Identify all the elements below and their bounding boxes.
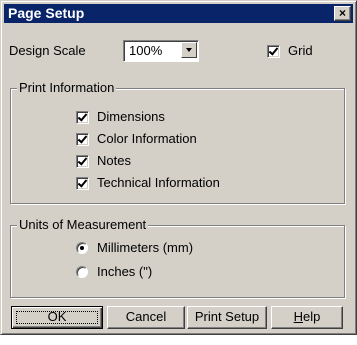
design-scale-label: Design Scale [9,43,86,58]
inches-label[interactable]: Inches (") [97,264,152,280]
help-button[interactable]: Help [271,306,343,329]
millimeters-label[interactable]: Millimeters (mm) [97,240,193,256]
design-scale-value: 100% [129,43,163,58]
color-information-label[interactable]: Color Information [97,131,197,147]
print-information-title: Print Information [17,80,117,96]
grid-label[interactable]: Grid [288,43,313,59]
help-mnemonic: H [293,309,304,324]
close-button[interactable]: × [334,6,351,21]
notes-label[interactable]: Notes [97,153,131,169]
help-rest: elp [303,309,321,324]
design-scale-select[interactable]: 100% [123,40,199,62]
millimeters-radio[interactable] [76,242,88,254]
print-setup-button[interactable]: Print Setup [187,306,267,329]
units-of-measurement-title: Units of Measurement [17,217,149,233]
print-setup-button-label: Print Setup [194,309,260,324]
cancel-button-label: Cancel [125,309,167,324]
inches-radio[interactable] [76,266,88,278]
notes-checkbox[interactable] [76,155,89,168]
page-setup-dialog: Page Setup × Design Scale 100% Grid Prin… [0,0,357,335]
title-bar[interactable]: Page Setup × [4,4,353,23]
cancel-button[interactable]: Cancel [107,306,185,329]
chevron-down-icon[interactable] [181,42,197,58]
ok-button[interactable]: OK [11,306,103,329]
technical-information-label[interactable]: Technical Information [97,175,220,191]
help-button-label: Help [294,309,321,324]
dialog-title: Page Setup [8,5,85,21]
print-information-group: Print Information Dimensions Color Infor… [10,80,345,204]
units-of-measurement-group: Units of Measurement Millimeters (mm) In… [10,217,345,298]
focus-indicator [16,311,98,324]
technical-information-checkbox[interactable] [76,177,89,190]
grid-checkbox[interactable] [267,45,280,58]
dimensions-label[interactable]: Dimensions [97,109,165,125]
close-icon: × [338,6,346,20]
dimensions-checkbox[interactable] [76,111,89,124]
color-information-checkbox[interactable] [76,133,89,146]
